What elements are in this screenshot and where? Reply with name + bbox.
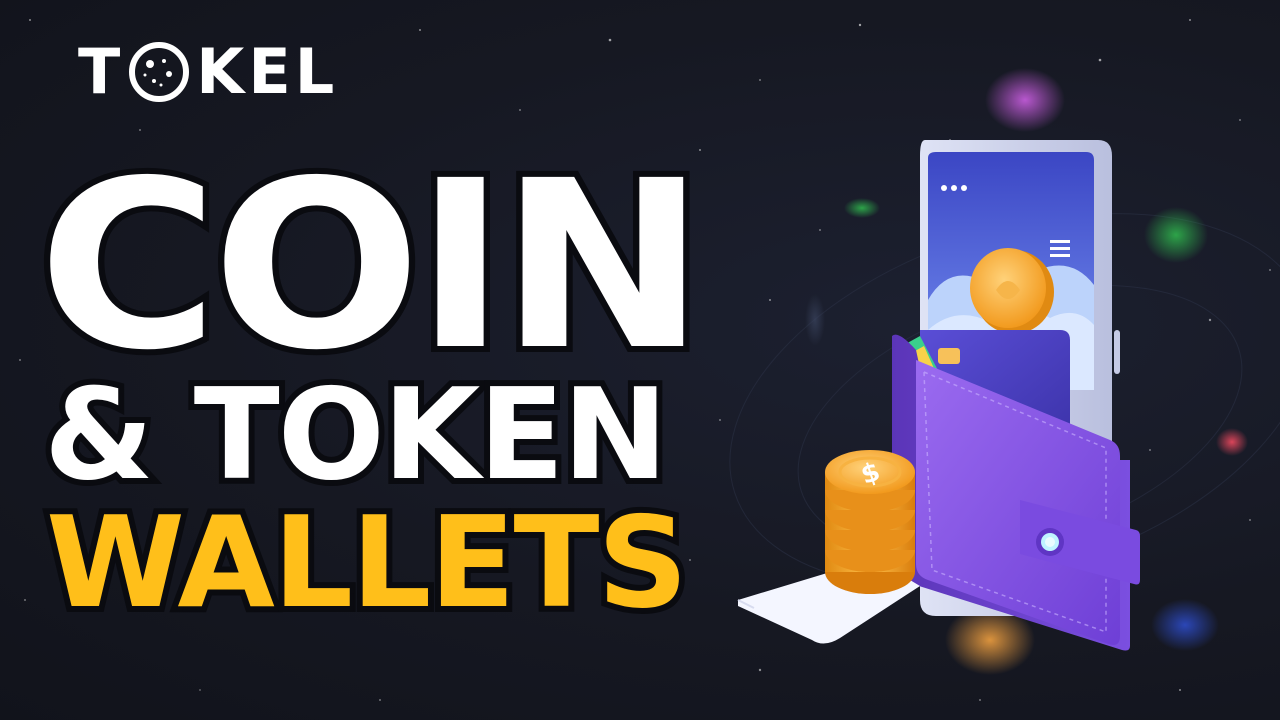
headline-token: & TOKEN bbox=[38, 361, 674, 508]
headline-coin: COIN bbox=[32, 131, 712, 401]
logo-letters-kel: KEL bbox=[196, 35, 339, 108]
thumbnail-canvas: T KEL COIN & TOKEN WALLETS $ bbox=[0, 0, 1280, 720]
headline-wallets: WALLETS bbox=[40, 489, 694, 636]
coin-stack-icon: $ bbox=[825, 450, 915, 594]
logo-letter-t: T bbox=[78, 35, 125, 108]
planet-icon bbox=[129, 42, 190, 102]
tokel-logo: T KEL bbox=[78, 34, 338, 110]
wallet-illustration: $ bbox=[737, 140, 1140, 651]
